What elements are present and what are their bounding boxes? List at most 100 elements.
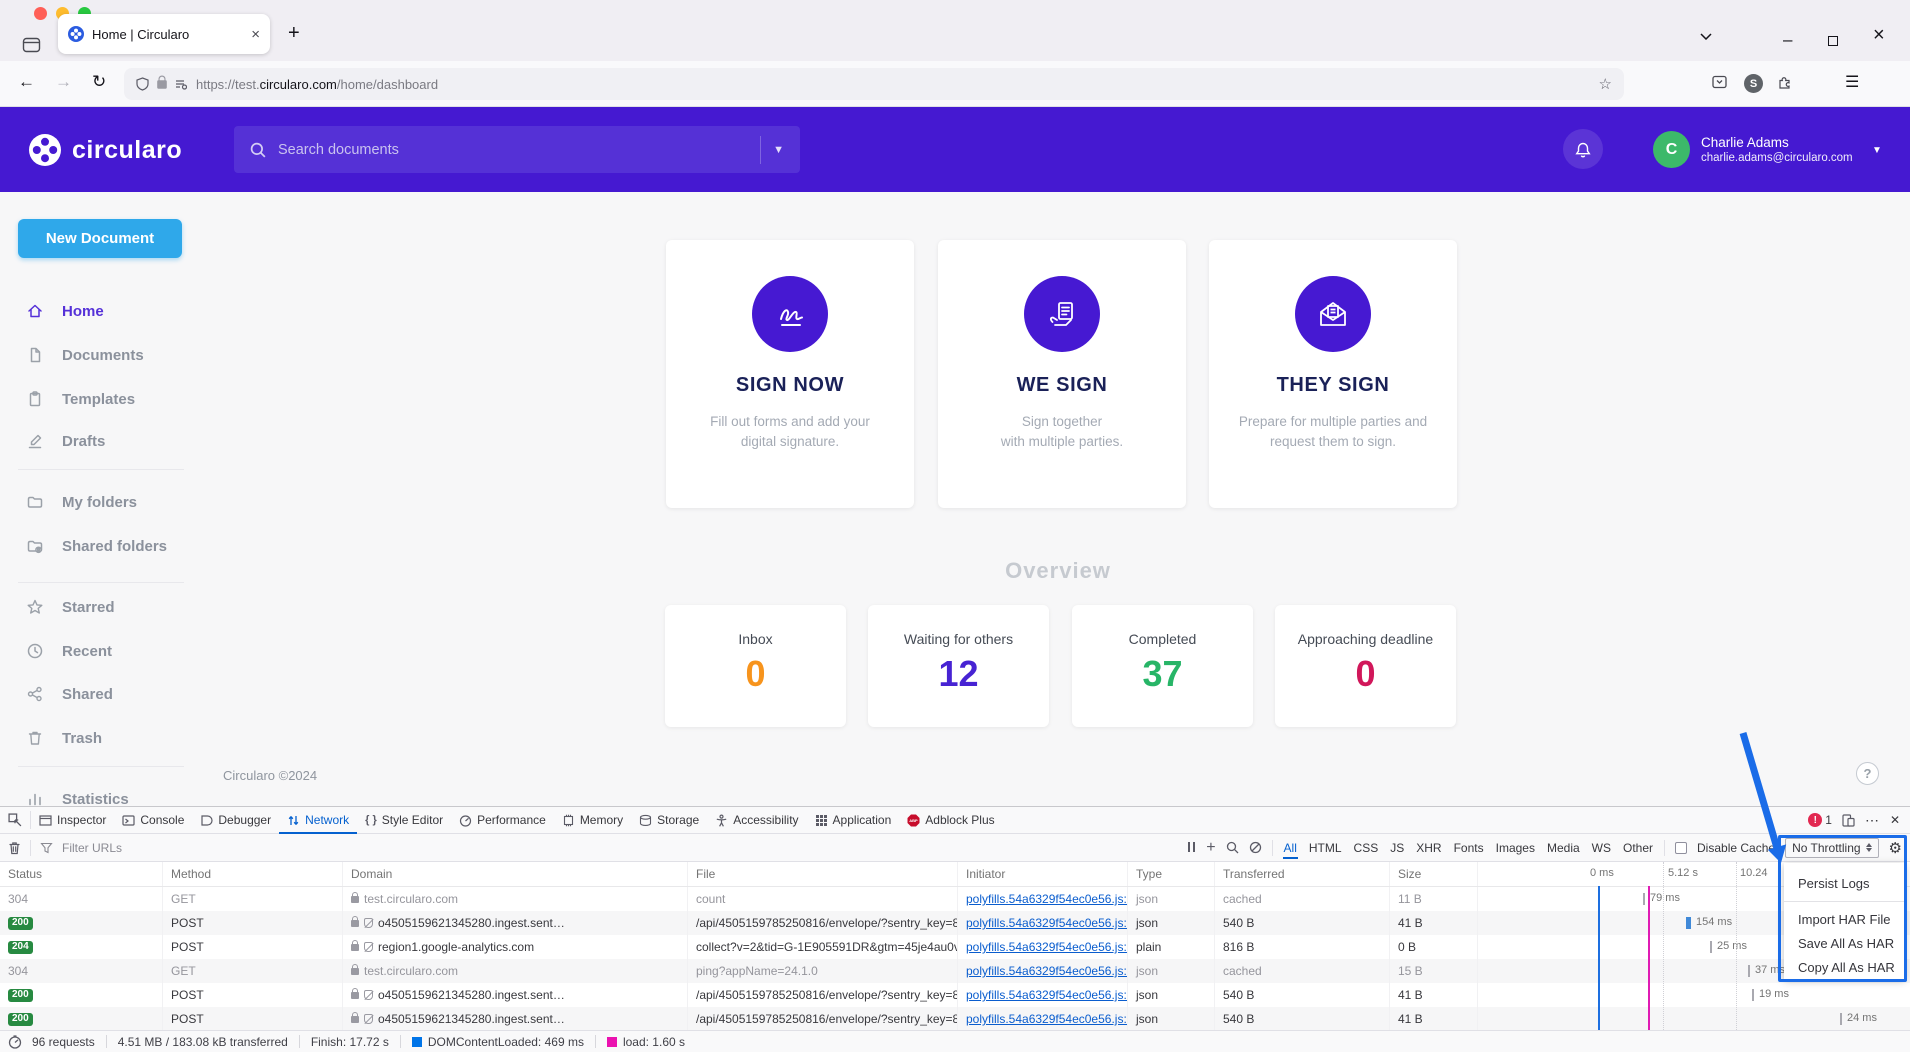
stat-completed[interactable]: Completed 37 xyxy=(1072,605,1253,727)
tab-accessibility[interactable]: Accessibility xyxy=(707,807,806,833)
tab-debugger[interactable]: Debugger xyxy=(192,807,279,833)
filter-type-ws[interactable]: WS xyxy=(1591,839,1612,857)
pick-element-icon[interactable] xyxy=(0,807,30,833)
notifications-button[interactable] xyxy=(1563,129,1603,169)
tab-performance[interactable]: Performance xyxy=(451,807,554,833)
filter-type-fonts[interactable]: Fonts xyxy=(1453,839,1485,857)
block-request-icon[interactable] xyxy=(1249,841,1262,854)
tab-console[interactable]: Console xyxy=(114,807,192,833)
s-extension-icon[interactable]: S xyxy=(1744,74,1763,93)
sidebar-item-drafts[interactable]: Drafts xyxy=(26,432,105,450)
menu-icon[interactable]: ☰ xyxy=(1845,72,1859,92)
stat-waiting-for-others[interactable]: Waiting for others 12 xyxy=(868,605,1049,727)
col-method[interactable]: Method xyxy=(163,862,343,886)
har-gear-icon[interactable]: ⚙ xyxy=(1889,839,1902,857)
filter-type-media[interactable]: Media xyxy=(1546,839,1581,857)
request-row[interactable]: 204 POST region1.google-analytics.com co… xyxy=(0,935,1910,959)
request-row[interactable]: 304 GET test.circularo.com count polyfil… xyxy=(0,887,1910,911)
filter-type-css[interactable]: CSS xyxy=(1353,839,1380,857)
macos-close-icon[interactable] xyxy=(34,7,47,20)
back-icon[interactable]: ← xyxy=(18,72,35,92)
col-initiator[interactable]: Initiator xyxy=(958,862,1128,886)
sidebar-item-shared-folders[interactable]: Shared folders xyxy=(26,537,167,555)
menu-item-copy-all-har[interactable]: Copy All As HAR xyxy=(1784,955,1905,979)
search-requests-icon[interactable] xyxy=(1226,841,1239,854)
sidebar-item-documents[interactable]: Documents xyxy=(26,346,144,364)
pause-recording-icon[interactable] xyxy=(1186,841,1196,855)
tab-inspector[interactable]: Inspector xyxy=(31,807,114,833)
url-text[interactable]: https://test.circularo.com/home/dashboar… xyxy=(196,77,1590,92)
sidebar-item-home[interactable]: Home xyxy=(26,302,104,320)
search-input[interactable] xyxy=(278,142,748,158)
document-search[interactable]: ▼ xyxy=(234,126,800,173)
firefox-view-icon[interactable] xyxy=(22,36,41,54)
extensions-puzzle-icon[interactable] xyxy=(1778,75,1792,89)
devtools-menu-icon[interactable]: ⋯ xyxy=(1865,812,1880,829)
window-maximize-icon[interactable] xyxy=(1828,33,1838,51)
we-sign-card[interactable]: WE SIGN Sign togetherwith multiple parti… xyxy=(938,240,1186,508)
window-minimize-icon[interactable]: – xyxy=(1783,30,1792,50)
reload-icon[interactable]: ↻ xyxy=(92,72,106,92)
circularo-logo[interactable]: circularo xyxy=(28,133,182,167)
initiator-link[interactable]: polyfills.54a6329f54ec0e56.js:18 xyxy=(966,940,1128,954)
forward-icon[interactable]: → xyxy=(55,72,72,92)
disable-cache-label[interactable]: Disable Cache xyxy=(1697,841,1775,855)
col-file[interactable]: File xyxy=(688,862,958,886)
col-domain[interactable]: Domain xyxy=(343,862,688,886)
new-tab-button[interactable]: + xyxy=(288,22,300,45)
tab-close-icon[interactable]: × xyxy=(251,26,260,43)
initiator-link[interactable]: polyfills.54a6329f54ec0e56.js:18 xyxy=(966,916,1128,930)
help-button[interactable]: ? xyxy=(1856,762,1879,785)
filter-type-other[interactable]: Other xyxy=(1622,839,1654,857)
new-document-button[interactable]: New Document xyxy=(18,219,182,258)
devtools-close-icon[interactable]: ✕ xyxy=(1890,813,1900,827)
request-row[interactable]: 200 POST o4505159621345280.ingest.sent… … xyxy=(0,983,1910,1007)
sidebar-item-shared[interactable]: Shared xyxy=(26,685,113,703)
tab-style-editor[interactable]: { } Style Editor xyxy=(357,807,451,833)
performance-analysis-icon[interactable] xyxy=(8,1035,22,1049)
filter-type-js[interactable]: JS xyxy=(1389,839,1405,857)
filter-type-xhr[interactable]: XHR xyxy=(1415,839,1442,857)
request-row[interactable]: 200 POST o4505159621345280.ingest.sent… … xyxy=(0,1007,1910,1031)
throttling-select[interactable]: No Throttling xyxy=(1785,838,1878,858)
filter-urls-input[interactable] xyxy=(62,841,312,855)
tab-network[interactable]: Network xyxy=(279,807,357,833)
responsive-design-icon[interactable] xyxy=(1842,814,1855,827)
lock-icon[interactable] xyxy=(157,80,167,88)
clear-requests-icon[interactable] xyxy=(8,841,21,855)
filter-type-images[interactable]: Images xyxy=(1495,839,1536,857)
initiator-link[interactable]: polyfills.54a6329f54ec0e56.js:18 xyxy=(966,964,1128,978)
user-menu[interactable]: C Charlie Adams charlie.adams@circularo.… xyxy=(1653,131,1853,168)
col-type[interactable]: Type xyxy=(1128,862,1215,886)
tracking-shield-icon[interactable] xyxy=(136,77,149,91)
sidebar-item-trash[interactable]: Trash xyxy=(26,729,102,747)
tab-storage[interactable]: Storage xyxy=(631,807,707,833)
sign-now-card[interactable]: SIGN NOW Fill out forms and add yourdigi… xyxy=(666,240,914,508)
error-count-badge[interactable]: ! 1 xyxy=(1808,813,1832,827)
tab-list-chevron-icon[interactable] xyxy=(1700,33,1712,40)
stat-approaching-deadline[interactable]: Approaching deadline 0 xyxy=(1275,605,1456,727)
menu-item-save-all-har[interactable]: Save All As HAR xyxy=(1784,931,1905,955)
filter-type-all[interactable]: All xyxy=(1283,839,1298,857)
tab-adblock-plus[interactable]: ABP Adblock Plus xyxy=(899,807,1002,833)
search-filter-caret-icon[interactable]: ▼ xyxy=(773,144,784,156)
address-bar[interactable]: https://test.circularo.com/home/dashboar… xyxy=(124,68,1624,100)
tab-application[interactable]: Application xyxy=(807,807,900,833)
menu-item-persist-logs[interactable]: Persist Logs xyxy=(1784,868,1905,898)
initiator-link[interactable]: polyfills.54a6329f54ec0e56.js:18 xyxy=(966,988,1128,1002)
request-row[interactable]: 304 GET test.circularo.com ping?appName=… xyxy=(0,959,1910,983)
sidebar-item-recent[interactable]: Recent xyxy=(26,642,112,660)
window-close-icon[interactable]: × xyxy=(1873,24,1885,47)
browser-tab[interactable]: Home | Circularo × xyxy=(58,14,270,54)
sidebar-item-starred[interactable]: Starred xyxy=(26,598,115,616)
sidebar-item-statistics[interactable]: Statistics xyxy=(26,790,129,806)
sidebar-item-my-folders[interactable]: My folders xyxy=(26,493,137,511)
they-sign-card[interactable]: THEY SIGN Prepare for multiple parties a… xyxy=(1209,240,1457,508)
sidebar-item-templates[interactable]: Templates xyxy=(26,390,135,408)
stat-inbox[interactable]: Inbox 0 xyxy=(665,605,846,727)
site-permissions-icon[interactable] xyxy=(175,78,187,90)
user-menu-caret-icon[interactable]: ▼ xyxy=(1872,145,1882,156)
col-status[interactable]: Status xyxy=(0,862,163,886)
disable-cache-checkbox[interactable] xyxy=(1675,842,1687,854)
sidebar-panel-icon[interactable] xyxy=(1712,75,1727,89)
